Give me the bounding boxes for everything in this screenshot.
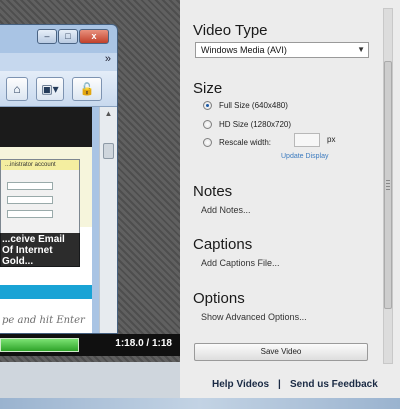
playback-progress[interactable] (0, 338, 79, 352)
rescale-unit: px (327, 135, 336, 144)
chevron-down-icon: ▼ (357, 45, 365, 54)
video-type-heading: Video Type (193, 22, 268, 39)
save-video-button[interactable]: Save Video (194, 343, 368, 361)
search-prompt-text: pe and hit Enter (2, 315, 85, 326)
add-captions-link[interactable]: Add Captions File... (201, 258, 280, 268)
browser-nav-strip: » (0, 53, 117, 71)
help-videos-link[interactable]: Help Videos (212, 379, 269, 390)
feeds-icon: ▣▾ (36, 77, 64, 101)
advanced-options-link[interactable]: Show Advanced Options... (201, 312, 307, 322)
playback-bar: 1:18.0 / 1:18 (0, 334, 180, 356)
footer-links: Help Videos | Send us Feedback (180, 372, 400, 398)
playback-time: 1:18.0 / 1:18 (115, 338, 172, 349)
chevron-right-icon: » (104, 53, 111, 65)
close-icon: x (79, 29, 109, 44)
grip-icon (386, 180, 390, 190)
radio-rescale[interactable] (203, 138, 212, 147)
size-option-full[interactable]: Full Size (640x480) (203, 101, 288, 110)
preview-dialog-title: ...inistrator account (1, 160, 79, 170)
add-notes-link[interactable]: Add Notes... (201, 205, 251, 215)
video-type-value: Windows Media (AVI) (201, 45, 287, 55)
preview-browser-window: – □ x » ⌂ ▣▾ 🔓 ...inistrator account ...… (0, 24, 118, 334)
footer-separator: | (278, 379, 281, 390)
radio-hd-size[interactable] (203, 120, 212, 129)
unlock-icon: 🔓 (72, 77, 102, 101)
size-heading: Size (193, 80, 223, 97)
window-caption-buttons: – □ x (37, 29, 109, 44)
home-icon: ⌂ (6, 77, 28, 101)
update-display-link[interactable]: Update Display (281, 153, 328, 160)
minimize-icon: – (37, 29, 57, 44)
export-settings-panel: Video Type Windows Media (AVI) ▼ Size Fu… (180, 0, 400, 372)
panel-scrollbar-thumb[interactable] (384, 61, 392, 309)
video-type-select[interactable]: Windows Media (AVI) ▼ (195, 42, 369, 58)
panel-scrollbar[interactable] (383, 8, 393, 364)
video-preview: – □ x » ⌂ ▣▾ 🔓 ...inistrator account ...… (0, 0, 180, 362)
size-option-hd[interactable]: HD Size (1280x720) (203, 120, 291, 129)
preview-scrollbar: ▲ (99, 107, 117, 333)
rescale-width-input[interactable] (294, 133, 320, 147)
desktop-background (0, 398, 400, 409)
preview-webpage: ...inistrator account ...ceive Email Of … (0, 107, 92, 333)
notes-heading: Notes (193, 183, 233, 200)
scroll-up-icon: ▲ (104, 109, 113, 118)
send-feedback-link[interactable]: Send us Feedback (290, 379, 378, 390)
size-option-rescale[interactable]: Rescale width: (203, 138, 271, 147)
captions-heading: Captions (193, 236, 253, 253)
email-promo-box: ...ceive Email Of Internet Gold... (0, 233, 80, 267)
options-heading: Options (193, 290, 245, 307)
browser-toolbar: ⌂ ▣▾ 🔓 (0, 71, 117, 107)
radio-full-size[interactable] (203, 101, 212, 110)
maximize-icon: □ (58, 29, 78, 44)
